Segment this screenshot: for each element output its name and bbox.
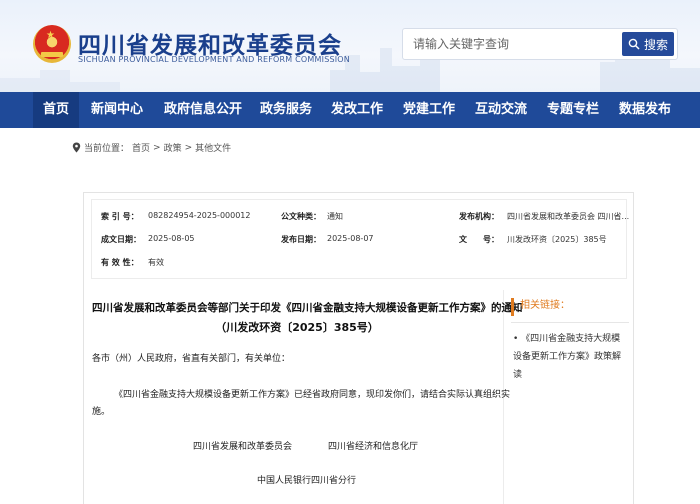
nav-item-news[interactable]: 新闻中心 [86, 92, 148, 128]
search-box: 搜索 [402, 28, 678, 60]
related-link-item[interactable]: • 《四川省金融支持大规模设备更新工作方案》政策解读 [513, 330, 625, 384]
signer-ndrc: 四川省发展和改革委员会 [193, 442, 293, 452]
document-title-line1: 四川省发展和改革委员会等部门关于印发《四川省金融支持大规模设备更新工作方案》的通… [92, 302, 523, 314]
body-text-line1: 《四川省金融支持大规模设备更新工作方案》已经省政府同意，现印发你们，请结合实际认… [114, 390, 511, 400]
bullet-icon: • [513, 334, 522, 344]
nav-item-topics[interactable]: 专题专栏 [542, 92, 604, 128]
nav-item-services[interactable]: 政务服务 [255, 92, 317, 128]
search-button[interactable]: 搜索 [622, 32, 674, 56]
breadcrumb-policy[interactable]: 政策 [164, 141, 182, 154]
emblem-logo: ★ [33, 25, 71, 63]
salutation: 各市（州）人民政府，省直有关部门，有关单位： [92, 354, 291, 364]
breadcrumb-separator: > [184, 142, 193, 153]
related-links-heading: 相关链接： [511, 298, 629, 316]
publish-date-label: 发布日期： [281, 235, 321, 244]
nav-item-interaction[interactable]: 互动交流 [470, 92, 532, 128]
body-text-line2: 施。 [92, 407, 111, 417]
breadcrumb-prefix: 当前位置： [84, 144, 130, 154]
nav-item-work[interactable]: 发改工作 [326, 92, 388, 128]
search-input[interactable] [403, 29, 623, 59]
location-pin-icon [72, 142, 81, 153]
nav-item-party[interactable]: 党建工作 [398, 92, 460, 128]
written-date-value: 2025-08-05 [148, 234, 195, 243]
site-subtitle: SICHUAN PROVINCIAL DEVELOPMENT AND REFOR… [78, 55, 350, 64]
nav-item-data[interactable]: 数据发布 [614, 92, 676, 128]
sidebar-divider [511, 322, 629, 323]
index-value: 082824954-2025-000012 [148, 211, 251, 220]
publisher-value: 四川省发展和改革委员会 四川省... [507, 212, 630, 221]
search-button-label: 搜索 [643, 37, 668, 52]
nav-item-info-disclosure[interactable]: 政府信息公开 [160, 92, 246, 128]
breadcrumb-home[interactable]: 首页 [132, 141, 150, 154]
breadcrumb: 当前位置： 首页 > 政策 > 其他文件 [72, 141, 231, 154]
site-header: ★ 四川省发展和改革委员会 SICHUAN PROVINCIAL DEVELOP… [0, 0, 700, 92]
search-icon [628, 38, 640, 50]
publisher-label: 发布机构： [459, 212, 499, 221]
related-link-text[interactable]: 《四川省金融支持大规模设备更新工作方案》政策解读 [513, 334, 621, 380]
written-date-label: 成文日期： [101, 235, 141, 244]
breadcrumb-separator: > [153, 142, 161, 153]
validity-label: 有 效 性： [101, 258, 139, 267]
doc-number-value: 川发改环资〔2025〕385号 [507, 235, 607, 244]
nav-item-home[interactable]: 首页 [33, 92, 79, 128]
index-label: 索 引 号： [101, 212, 139, 221]
doc-type-label: 公文种类： [281, 212, 321, 221]
doc-number-label: 文 号： [459, 235, 499, 244]
doc-type-value: 通知 [327, 212, 343, 221]
document-title: 四川省发展和改革委员会等部门关于印发《四川省金融支持大规模设备更新工作方案》的通… [92, 298, 523, 338]
signer-pboc-branch: 中国人民银行四川省分行 [257, 476, 357, 486]
document-title-line2: （川发改环资〔2025〕385号） [215, 321, 379, 334]
breadcrumb-other-files[interactable]: 其他文件 [195, 141, 231, 154]
validity-value: 有效 [148, 258, 164, 267]
document-info-table: 索 引 号： 082824954-2025-000012 公文种类： 通知 发布… [91, 199, 630, 279]
publish-date-value: 2025-08-07 [327, 234, 374, 243]
signer-economy-dept: 四川省经济和信息化厅 [328, 442, 419, 452]
main-nav: 首页 新闻中心 政府信息公开 政务服务 发改工作 党建工作 互动交流 专题专栏 … [0, 92, 700, 128]
